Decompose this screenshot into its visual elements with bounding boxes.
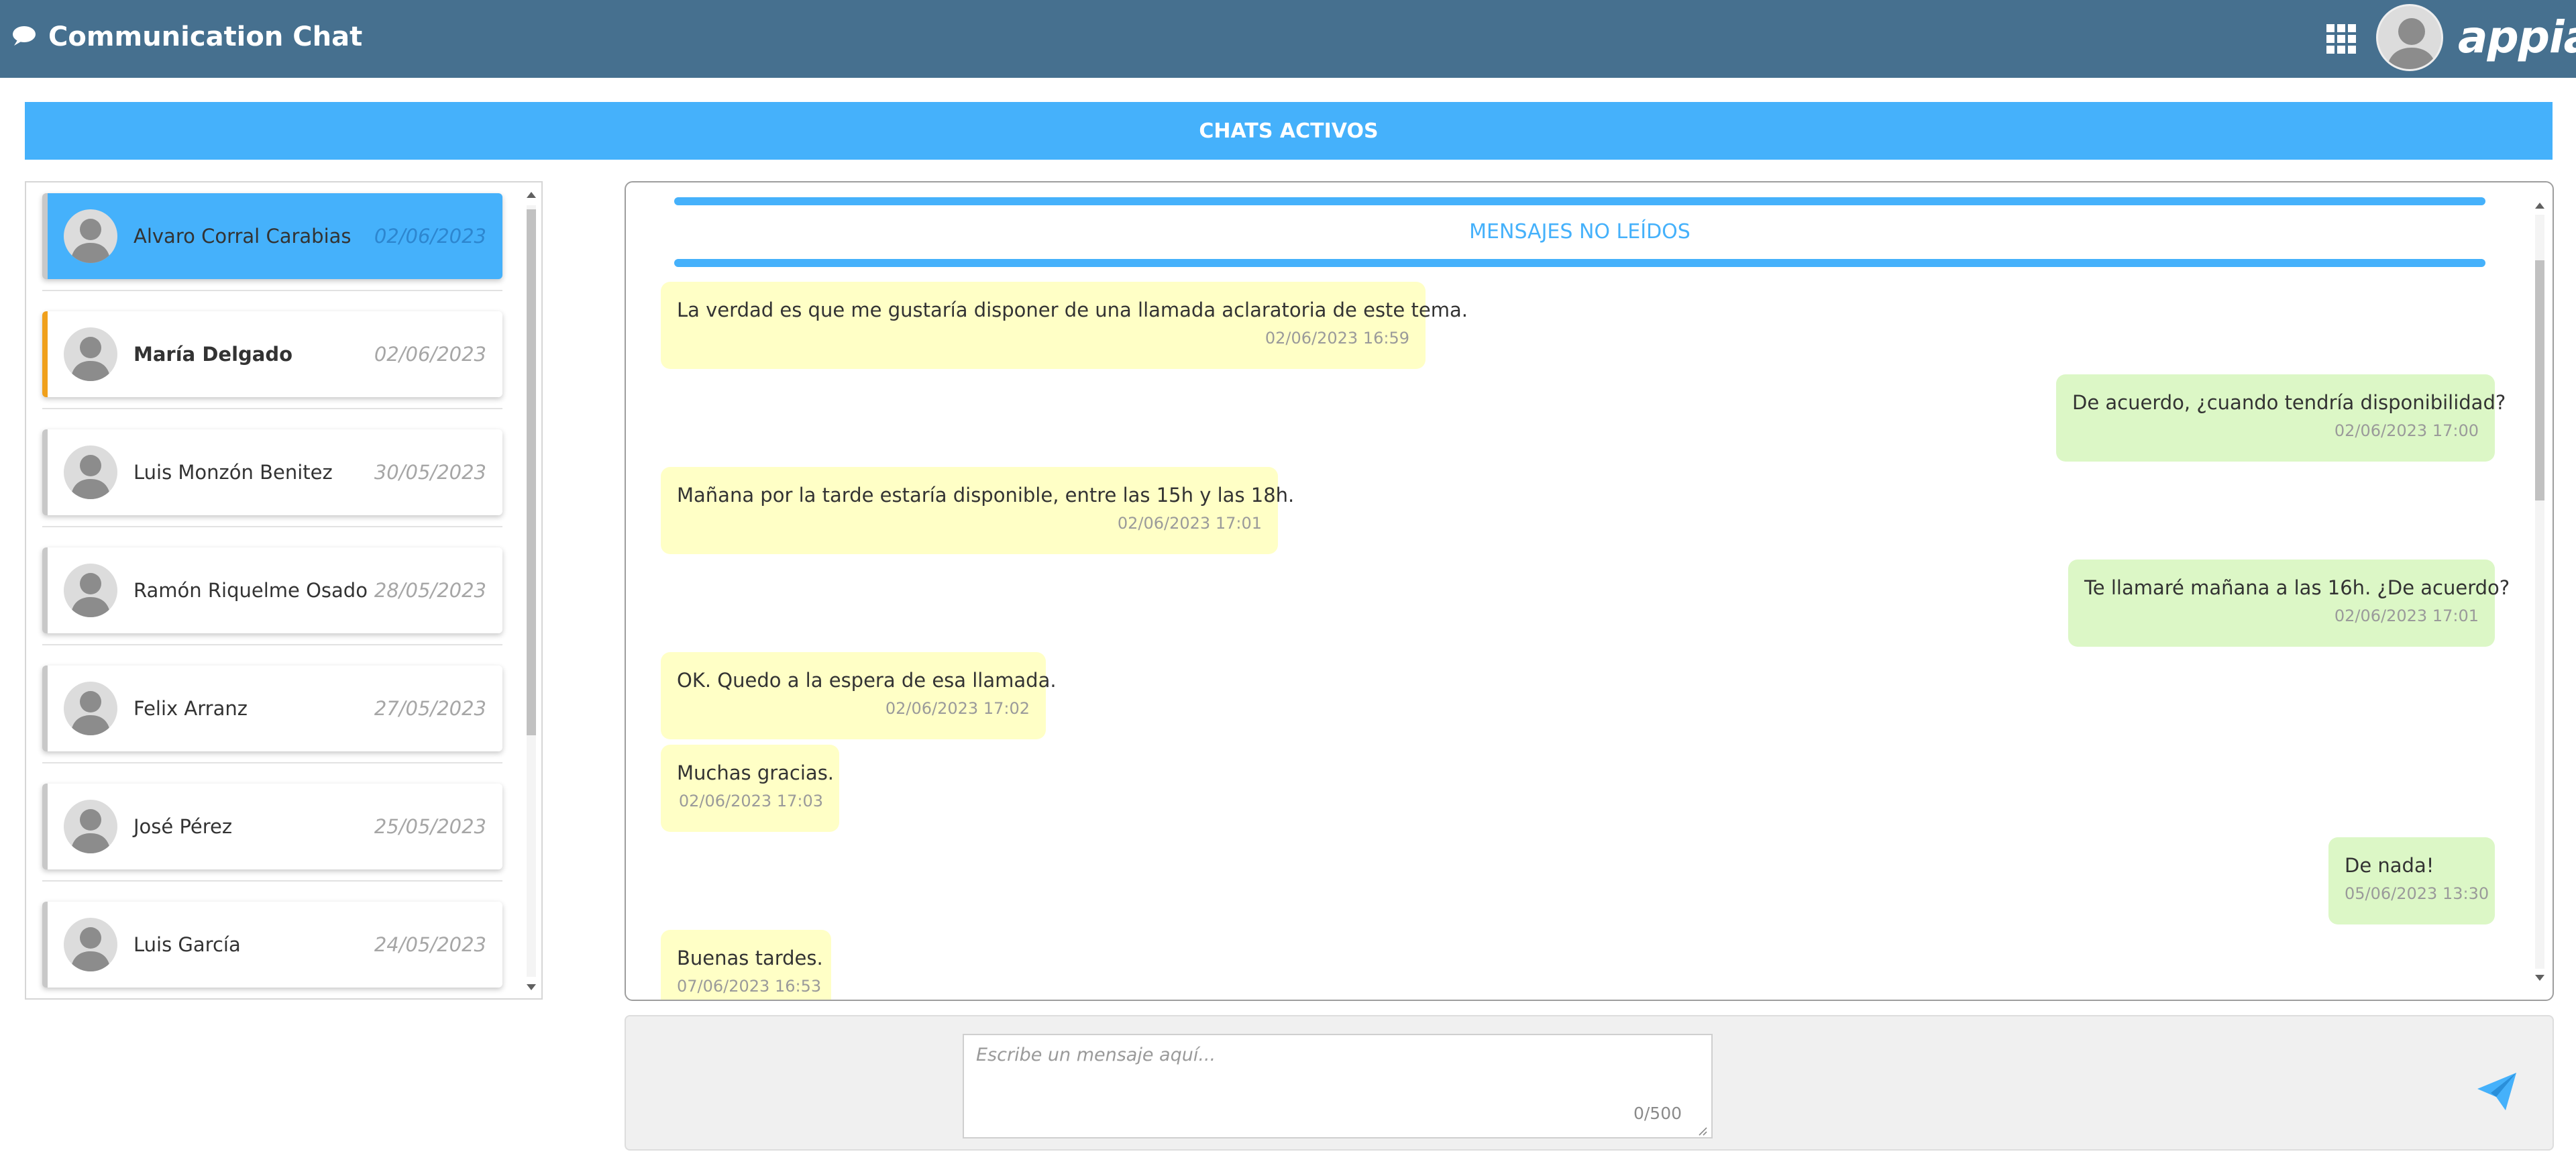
person-icon (70, 455, 111, 499)
contact-date: 30/05/2023 (374, 461, 486, 484)
message-time: 02/06/2023 17:01 (1117, 514, 1262, 533)
person-icon (70, 809, 111, 853)
scroll-up-icon[interactable] (2535, 203, 2544, 209)
person-icon (70, 573, 111, 617)
contact-list-scrollbar[interactable] (521, 185, 541, 997)
message-scrollbar[interactable] (2530, 196, 2550, 988)
message-time: 05/06/2023 13:30 (2345, 884, 2489, 903)
person-icon (70, 691, 111, 735)
contact-date: 28/05/2023 (374, 579, 486, 602)
scroll-thumb[interactable] (2535, 260, 2544, 500)
message-time: 02/06/2023 17:00 (2334, 421, 2479, 440)
unread-divider-top (674, 197, 2485, 205)
contact-avatar (64, 445, 117, 499)
message-text: OK. Quedo a la espera de esa llamada. (677, 669, 1057, 692)
contact-card[interactable]: José Pérez 25/05/2023 (42, 784, 502, 869)
contact-avatar (64, 327, 117, 381)
contact-date: 24/05/2023 (374, 933, 486, 956)
contact-card[interactable]: Luis García 24/05/2023 (42, 902, 502, 988)
incoming-message: Mañana por la tarde estaría disponible, … (661, 467, 1295, 554)
character-counter: 0/500 (1633, 1104, 1682, 1123)
active-chats-banner: CHATS ACTIVOS (25, 102, 2553, 160)
incoming-message: La verdad es que me gustaría disponer de… (661, 282, 1468, 369)
resize-handle-icon[interactable] (1697, 1125, 1707, 1136)
contact-avatar (64, 564, 117, 617)
divider (42, 408, 502, 409)
contact-name: Felix Arranz (133, 697, 248, 720)
divider (42, 762, 502, 763)
contact-name: José Pérez (133, 815, 233, 838)
contact-date: 27/05/2023 (374, 697, 486, 720)
contact-avatar (64, 209, 117, 263)
message-text: De nada! (2345, 854, 2434, 877)
message-thread: MENSAJES NO LEÍDOS La verdad es que me g… (625, 181, 2554, 1001)
person-icon (70, 927, 111, 971)
message-time: 02/06/2023 16:59 (1265, 329, 1409, 348)
contact-name: Luis Monzón Benitez (133, 461, 333, 484)
message-text: Muchas gracias. (677, 761, 835, 784)
scroll-thumb[interactable] (527, 209, 536, 735)
contact-name: Ramón Riquelme Osado (133, 579, 368, 602)
message-composer: 0/500 (625, 1015, 2554, 1151)
scroll-down-icon[interactable] (2535, 975, 2544, 981)
message-time: 07/06/2023 16:53 (677, 977, 822, 996)
contact-name: Luis García (133, 933, 241, 956)
contact-name: María Delgado (133, 343, 293, 366)
divider (42, 880, 502, 882)
contact-avatar (64, 682, 117, 735)
divider (42, 644, 502, 645)
message-time: 02/06/2023 17:02 (885, 699, 1030, 718)
app-title: Communication Chat (48, 21, 363, 52)
send-icon (2477, 1073, 2516, 1110)
brand-logo: appian (2458, 11, 2576, 63)
message-text: Mañana por la tarde estaría disponible, … (677, 484, 1295, 507)
unread-divider-bottom (674, 259, 2485, 267)
contact-avatar (64, 800, 117, 853)
incoming-message: Buenas tardes. 07/06/2023 16:53 (661, 930, 831, 1000)
contact-list: Alvaro Corral Carabias 02/06/2023 María … (25, 181, 543, 1000)
contact-card[interactable]: María Delgado 02/06/2023 (42, 311, 502, 397)
contact-card[interactable]: Alvaro Corral Carabias 02/06/2023 (42, 193, 502, 279)
scroll-up-icon[interactable] (527, 192, 536, 198)
outgoing-message: Te llamaré mañana a las 16h. ¿De acuerdo… (2068, 560, 2510, 647)
outgoing-message: De nada! 05/06/2023 13:30 (2328, 837, 2495, 924)
chat-bubble-icon (13, 26, 36, 46)
contact-date: 02/06/2023 (374, 343, 486, 366)
send-button[interactable] (2473, 1069, 2520, 1116)
app-header: Communication Chat appian (0, 0, 2576, 78)
unread-messages-label: MENSAJES NO LEÍDOS (1469, 220, 1690, 244)
divider (42, 290, 502, 291)
message-input[interactable] (963, 1034, 1713, 1138)
outgoing-message: De acuerdo, ¿cuando tendría disponibilid… (2056, 374, 2506, 462)
person-icon (70, 337, 111, 381)
app-grid-icon[interactable] (2326, 24, 2356, 54)
contact-avatar (64, 918, 117, 971)
divider (42, 526, 502, 527)
contact-card[interactable]: Felix Arranz 27/05/2023 (42, 666, 502, 751)
contact-card[interactable]: Luis Monzón Benitez 30/05/2023 (42, 429, 502, 515)
contact-name: Alvaro Corral Carabias (133, 225, 352, 248)
incoming-message: Muchas gracias. 02/06/2023 17:03 (661, 745, 839, 832)
person-icon (70, 219, 111, 263)
contact-date: 25/05/2023 (374, 815, 486, 838)
message-text: La verdad es que me gustaría disponer de… (677, 299, 1468, 321)
contact-date: 02/06/2023 (374, 225, 486, 248)
message-text: Buenas tardes. (677, 947, 823, 969)
message-text: De acuerdo, ¿cuando tendría disponibilid… (2072, 391, 2506, 414)
message-text: Te llamaré mañana a las 16h. ¿De acuerdo… (2084, 576, 2510, 599)
person-icon (2386, 18, 2437, 69)
scroll-down-icon[interactable] (527, 984, 536, 990)
incoming-message: OK. Quedo a la espera de esa llamada. 02… (661, 652, 1057, 739)
message-time: 02/06/2023 17:01 (2334, 606, 2479, 625)
user-avatar[interactable] (2376, 4, 2443, 71)
message-time: 02/06/2023 17:03 (678, 792, 823, 810)
contact-card[interactable]: Ramón Riquelme Osado 28/05/2023 (42, 547, 502, 633)
